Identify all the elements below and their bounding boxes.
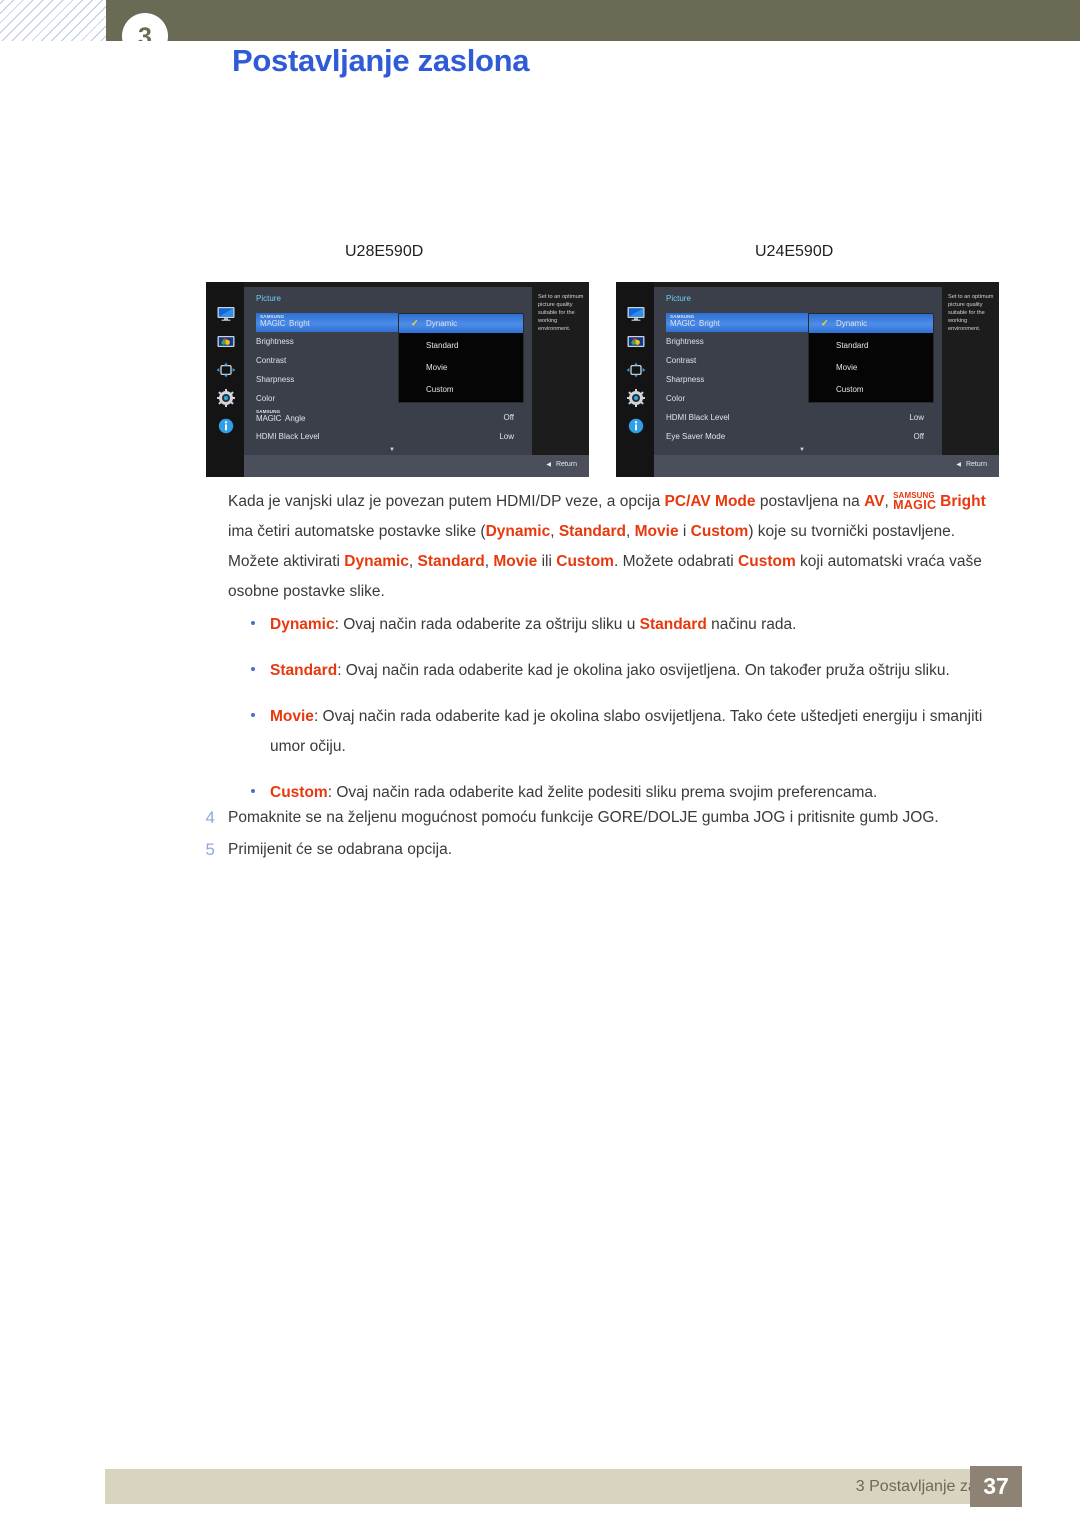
osd-submenu-item-standard[interactable]: Standard: [809, 336, 933, 355]
osd-row-magicbright[interactable]: SAMSUNG MAGIC Bright: [256, 313, 406, 332]
list-item: Movie: Ovaj način rada odaberite kad je …: [228, 702, 1006, 762]
step-number: 4: [205, 808, 215, 827]
list-item: Dynamic: Ovaj način rada odaberite za oš…: [228, 610, 1006, 640]
osd-menu-panel: Picture SAMSUNG MAGIC Bright Brightness …: [244, 287, 532, 455]
samsung-magic-logo: SAMSUNG MAGIC: [893, 490, 937, 512]
samsung-magic-logo: SAMSUNG MAGIC: [256, 408, 282, 423]
page-number-badge: 37: [970, 1466, 1022, 1507]
information-icon[interactable]: [216, 417, 236, 435]
bullet-dot-icon: [251, 621, 255, 625]
bullet-term: Movie: [270, 708, 314, 725]
model-label-u24e590d: U24E590D: [755, 243, 834, 260]
term-av: AV: [864, 493, 885, 510]
corner-hatch-decoration: [0, 0, 106, 41]
header-olive-bar: [106, 0, 1080, 41]
system-gear-icon[interactable]: [626, 389, 646, 407]
onscreen-display-icon[interactable]: [626, 361, 646, 379]
footer-bar: [105, 1469, 970, 1504]
picture-icon[interactable]: [626, 333, 646, 351]
osd-submenu-item-movie[interactable]: Movie: [399, 358, 523, 377]
bullet-dot-icon: [251, 667, 255, 671]
information-icon[interactable]: [626, 417, 646, 435]
left-arrow-icon: ◀: [956, 461, 961, 468]
display-icon[interactable]: [216, 305, 236, 323]
term-movie: Movie: [634, 523, 679, 540]
term-custom-2: Custom: [556, 553, 614, 570]
mode-description-list: Dynamic: Ovaj način rada odaberite za oš…: [228, 610, 1006, 824]
osd-row-hdmi-black-level[interactable]: HDMI Black Level Low: [256, 427, 520, 446]
term-pcav-mode: PC/AV Mode: [664, 493, 756, 510]
check-icon: ✓: [411, 318, 419, 328]
scroll-down-arrow-icon[interactable]: ▼: [389, 447, 395, 453]
term-standard: Standard: [558, 523, 627, 540]
model-label-u28e590d: U28E590D: [345, 243, 424, 260]
bullet-term: Dynamic: [270, 616, 335, 633]
list-item: 4 Pomaknite se na željenu mogućnost pomoć…: [195, 803, 1007, 833]
osd-submenu-magicbright: ✓ Dynamic Standard Movie Custom: [398, 313, 524, 403]
samsung-magic-logo: SAMSUNG MAGIC: [260, 313, 286, 328]
osd-return-button[interactable]: ◀ Return: [546, 461, 577, 468]
osd-submenu-item-custom[interactable]: Custom: [809, 380, 933, 399]
display-icon[interactable]: [626, 305, 646, 323]
term-standard-2: Standard: [417, 553, 485, 570]
osd-row-hdmi-black-level[interactable]: HDMI Black Level Low: [666, 408, 930, 427]
samsung-magic-logo: SAMSUNG MAGIC: [670, 313, 696, 328]
osd-screenshot-u24e590d: Picture SAMSUNG MAGIC Bright Brightness …: [615, 281, 1000, 478]
system-gear-icon[interactable]: [216, 389, 236, 407]
osd-menu-title: Picture: [256, 294, 281, 303]
bullet-term-inline: Standard: [639, 616, 707, 633]
check-icon: ✓: [821, 318, 829, 328]
osd-help-text: Set to an optimum picture quality suitab…: [533, 287, 589, 455]
osd-footer-bar: ◀ Return: [244, 455, 589, 477]
osd-submenu-item-standard[interactable]: Standard: [399, 336, 523, 355]
osd-screenshot-u28e590d: Picture SAMSUNG MAGIC Bright Brightness …: [205, 281, 590, 478]
osd-submenu-item-dynamic[interactable]: ✓ Dynamic: [399, 314, 523, 333]
list-item: Standard: Ovaj način rada odaberite kad …: [228, 656, 1006, 686]
osd-submenu-item-movie[interactable]: Movie: [809, 358, 933, 377]
onscreen-display-icon[interactable]: [216, 361, 236, 379]
step-text: Pomaknite se na željenu mogućnost pomoću…: [228, 809, 939, 826]
osd-row-label: SAMSUNG MAGIC Bright: [260, 313, 310, 329]
osd-icon-sidebar: [616, 282, 654, 477]
osd-footer-bar: ◀ Return: [654, 455, 999, 477]
term-custom: Custom: [690, 523, 749, 540]
bullet-term: Custom: [270, 784, 328, 801]
term-movie-2: Movie: [493, 553, 538, 570]
step-number: 5: [205, 840, 215, 859]
term-custom-3: Custom: [738, 553, 796, 570]
picture-icon[interactable]: [216, 333, 236, 351]
term-dynamic: Dynamic: [485, 523, 551, 540]
term-bright: Bright: [940, 493, 986, 510]
osd-help-text: Set to an optimum picture quality suitab…: [943, 287, 999, 455]
intro-paragraph: Kada je vanjski ulaz je povezan putem HD…: [228, 490, 986, 600]
left-arrow-icon: ◀: [546, 461, 551, 468]
osd-row-magicangle[interactable]: SAMSUNG MAGIC Angle Off: [256, 408, 520, 427]
page-title: Postavljanje zaslona: [232, 43, 530, 78]
term-dynamic-2: Dynamic: [344, 553, 409, 570]
osd-icon-sidebar: [206, 282, 244, 477]
list-item: 5 Primijenit će se odabrana opcija.: [195, 835, 1007, 865]
numbered-steps-list: 4 Pomaknite se na željenu mogućnost pomoć…: [195, 803, 1007, 867]
osd-row-eye-saver-mode[interactable]: Eye Saver Mode Off: [666, 427, 930, 446]
bullet-dot-icon: [251, 713, 255, 717]
osd-submenu-item-custom[interactable]: Custom: [399, 380, 523, 399]
osd-menu-title: Picture: [666, 294, 691, 303]
osd-return-button[interactable]: ◀ Return: [956, 461, 987, 468]
osd-row-magicbright[interactable]: SAMSUNG MAGIC Bright: [666, 313, 816, 332]
scroll-down-arrow-icon[interactable]: ▼: [799, 447, 805, 453]
bullet-term: Standard: [270, 662, 338, 679]
bullet-dot-icon: [251, 789, 255, 793]
osd-submenu-item-dynamic[interactable]: ✓ Dynamic: [809, 314, 933, 333]
osd-submenu-magicbright: ✓ Dynamic Standard Movie Custom: [808, 313, 934, 403]
osd-menu-panel: Picture SAMSUNG MAGIC Bright Brightness …: [654, 287, 942, 455]
step-text: Primijenit će se odabrana opcija.: [228, 841, 453, 858]
